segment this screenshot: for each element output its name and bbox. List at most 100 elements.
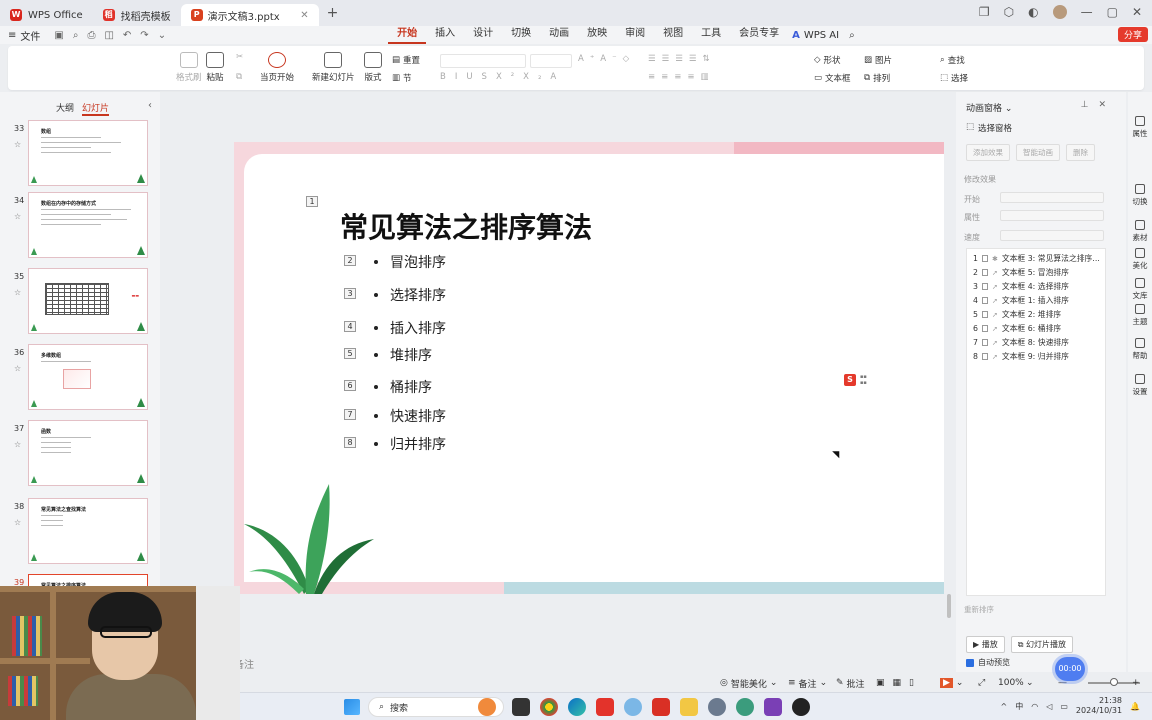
windows-start-icon[interactable] xyxy=(344,699,360,715)
thumbnail-item[interactable]: 33 ☆ 数组 xyxy=(12,120,152,188)
search-icon[interactable]: ⌕ xyxy=(849,30,855,41)
animation-list-item[interactable]: 6 ➚ 文本框 6: 桶排序 xyxy=(973,323,1061,334)
start-select[interactable] xyxy=(1000,192,1104,203)
speed-select[interactable] xyxy=(1000,230,1104,241)
zoom-level[interactable]: 100% xyxy=(998,678,1024,688)
scrollbar-thumb[interactable] xyxy=(947,594,951,618)
auto-preview-checkbox[interactable]: 自动预览 xyxy=(966,657,1010,668)
notes-button[interactable]: ≡ 备注 ⌄ xyxy=(788,677,827,690)
slide-thumbnail[interactable]: 数组在内存中的存储方式 xyxy=(28,192,148,258)
animation-order-tag[interactable]: 1 xyxy=(306,196,318,207)
side-toolbar-item[interactable]: 文库 xyxy=(1128,278,1152,301)
bullet-item[interactable]: 归并排序 xyxy=(374,434,446,454)
arrange-button[interactable]: ⧉ 排列 xyxy=(864,72,890,84)
bullet-item[interactable]: 冒泡排序 xyxy=(374,252,446,272)
tab-outline[interactable]: 大纲 xyxy=(56,101,74,116)
new-slide-button[interactable]: 新建幻灯片 xyxy=(312,52,355,83)
picture-button[interactable]: ▨ 图片 xyxy=(864,54,892,66)
menu-item[interactable]: 设计 xyxy=(464,26,502,44)
font-family-select[interactable] xyxy=(440,54,526,68)
fit-window-icon[interactable]: ⤢ xyxy=(978,678,985,688)
bullet-item[interactable]: 插入排序 xyxy=(374,318,446,338)
undo-icon[interactable]: ↶ xyxy=(123,30,131,41)
slide[interactable]: 1 常见算法之排序算法 2 冒泡排序 3 选择排序 4 插入排序 5 堆排序 6 桶排序 7 快速排序… xyxy=(234,142,944,594)
redo-icon[interactable]: ↷ xyxy=(140,30,148,41)
smart-beautify-button[interactable]: ◎ 智能美化 ⌄ xyxy=(720,677,777,690)
animation-list-item[interactable]: 2 ➚ 文本框 5: 冒泡排序 xyxy=(973,267,1069,278)
side-toolbar-item[interactable]: 切换 xyxy=(1128,184,1152,207)
animation-pane-title[interactable]: 动画窗格 ⌄ xyxy=(966,101,1012,114)
collapse-panel-icon[interactable]: ‹ xyxy=(148,100,152,111)
input-method-icon[interactable]: 中 xyxy=(1015,701,1023,712)
animation-order-tag[interactable]: 2 xyxy=(344,255,356,266)
delete-effect-button[interactable]: 删除 xyxy=(1066,144,1095,161)
new-tab-icon[interactable]: + xyxy=(327,5,339,21)
notification-icon[interactable]: 🔔 xyxy=(1130,702,1140,711)
thumbnail-item[interactable]: 35 ☆ ▬▬ xyxy=(12,268,152,336)
side-toolbar-item[interactable]: 美化 xyxy=(1128,248,1152,271)
font-size-controls[interactable]: A⁺A⁻◇ xyxy=(578,54,635,64)
tab-wps-office[interactable]: W WPS Office xyxy=(0,4,93,26)
close-tab-icon[interactable]: ✕ xyxy=(300,10,308,21)
qq-icon[interactable] xyxy=(792,698,810,716)
tab-slides[interactable]: 幻灯片 xyxy=(82,101,110,116)
close-icon[interactable]: ✕ xyxy=(1098,100,1106,110)
find-button[interactable]: ⌕ 查找 xyxy=(940,54,965,66)
comments-button[interactable]: ✎ 批注 xyxy=(836,677,865,690)
property-select[interactable] xyxy=(1000,210,1104,221)
section-button[interactable]: ▥ 节 xyxy=(392,72,412,84)
side-toolbar-item[interactable]: 素材 xyxy=(1128,220,1152,243)
widgets-icon[interactable] xyxy=(478,698,496,716)
tab-presentation[interactable]: P 演示文稿3.pptx ✕ xyxy=(180,4,319,26)
restore-layout-icon[interactable]: ❐ xyxy=(979,5,990,19)
slide-thumbnail[interactable]: 常见算法之查找算法 xyxy=(28,498,148,564)
animation-order-tag[interactable]: 3 xyxy=(344,288,356,299)
side-toolbar-item[interactable]: 主题 xyxy=(1128,304,1152,327)
slide-thumbnail[interactable]: 多维数组 xyxy=(28,344,148,410)
tray-expand-icon[interactable]: ^ xyxy=(1001,702,1008,711)
view-buttons[interactable]: ▣▦▯ xyxy=(876,678,922,688)
list-controls[interactable]: ☰☰☰☰⇅ xyxy=(648,54,716,64)
slide-thumbnail[interactable]: 函数 xyxy=(28,420,148,486)
bullet-item[interactable]: 桶排序 xyxy=(374,377,432,397)
wps-office-icon[interactable] xyxy=(652,698,670,716)
copy-icon[interactable]: ⧉ xyxy=(236,72,242,82)
menu-item[interactable]: 放映 xyxy=(578,26,616,44)
add-effect-button[interactable]: 添加效果 xyxy=(966,144,1010,161)
open-icon[interactable]: ⌕ xyxy=(73,30,79,41)
skin-icon[interactable]: ◐ xyxy=(1028,5,1038,19)
cube-icon[interactable]: ⬡ xyxy=(1004,5,1014,19)
thumbnail-item[interactable]: 34 ☆ 数组在内存中的存储方式 xyxy=(12,192,152,260)
save-icon[interactable]: ▣ xyxy=(54,30,63,41)
animation-list-item[interactable]: 5 ➚ 文本框 2: 堆排序 xyxy=(973,309,1061,320)
print-icon[interactable]: ⎙ xyxy=(87,30,95,41)
animation-order-tag[interactable]: 8 xyxy=(344,437,356,448)
menu-item[interactable]: 会员专享 xyxy=(730,26,788,44)
play-button[interactable]: ▶ 播放 xyxy=(966,636,1005,653)
zoom-in-icon[interactable]: + xyxy=(1132,678,1140,688)
recording-timer[interactable]: 00:00 xyxy=(1055,657,1085,681)
edge-icon[interactable] xyxy=(568,698,586,716)
avatar[interactable] xyxy=(1052,5,1067,19)
slideshow-button[interactable]: ⧉ 幻灯片播放 xyxy=(1010,636,1073,653)
bullet-item[interactable]: 快速排序 xyxy=(374,406,446,426)
wps-ai-button[interactable]: A WPS AI ⌕ xyxy=(792,30,855,41)
bullet-item[interactable]: 选择排序 xyxy=(374,285,446,305)
file-menu[interactable]: ≡ 文件 xyxy=(8,28,40,43)
menu-item[interactable]: 审阅 xyxy=(616,26,654,44)
text-format-controls[interactable]: BIUSX²X₂A xyxy=(440,72,565,82)
slide-title[interactable]: 常见算法之排序算法 xyxy=(340,206,592,246)
chrome-icon[interactable] xyxy=(540,698,558,716)
share-button[interactable]: 分享 xyxy=(1117,27,1148,42)
preview-icon[interactable]: ◫ xyxy=(104,30,113,41)
animation-list-item[interactable]: 8 ➚ 文本框 9: 归并排序 xyxy=(973,351,1069,362)
animation-order-tag[interactable]: 4 xyxy=(344,321,356,332)
file-explorer-icon[interactable] xyxy=(680,698,698,716)
battery-icon[interactable]: ▭ xyxy=(1060,702,1068,711)
animation-order-tag[interactable]: 6 xyxy=(344,380,356,391)
bullet-item[interactable]: 堆排序 xyxy=(374,345,432,365)
browser-icon[interactable] xyxy=(736,698,754,716)
task-view-icon[interactable] xyxy=(512,698,530,716)
menu-item[interactable]: 切换 xyxy=(502,26,540,44)
wps-floating-toolbar[interactable]: S ▪▪ ▪▪ xyxy=(844,374,867,386)
